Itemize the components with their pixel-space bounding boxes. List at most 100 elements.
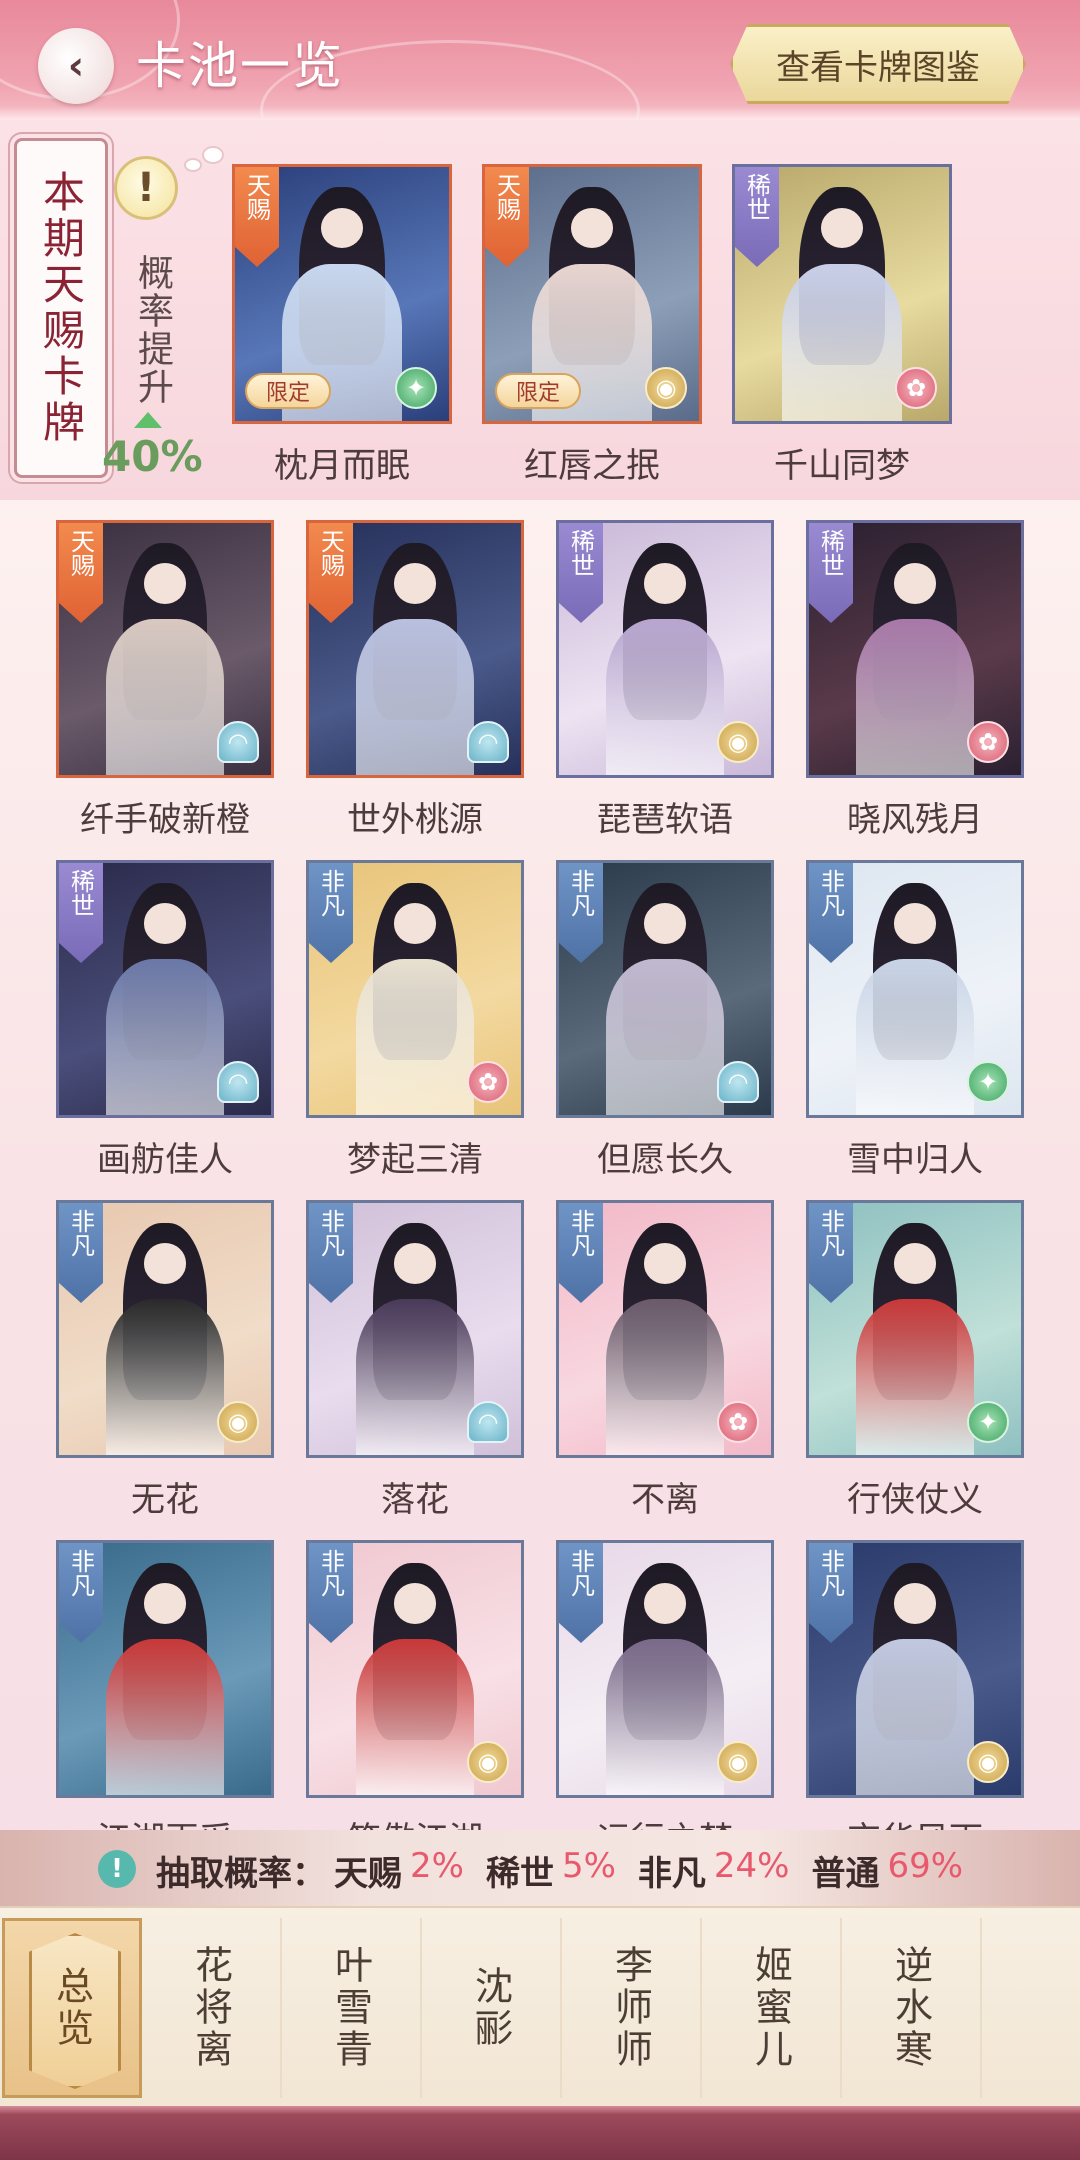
rarity-badge: 稀世 bbox=[809, 523, 853, 623]
card-name: 不离 bbox=[631, 1480, 699, 1520]
tab-6[interactable]: 逆水寒 bbox=[842, 1918, 982, 2098]
bubble-decoration bbox=[184, 158, 202, 172]
header-bar: ‹ 卡池一览 查看卡牌图鉴 bbox=[0, 0, 1080, 120]
rarity-label: 非凡 bbox=[816, 1209, 845, 1257]
card-grid-15[interactable]: 非凡 ◉ 京华风雨 bbox=[806, 1540, 1024, 1830]
rarity-badge: 非凡 bbox=[559, 1543, 603, 1643]
character-body bbox=[605, 958, 725, 1115]
card-name: 远行之梦 bbox=[536, 1812, 794, 1830]
tab-label: 逆水寒 bbox=[888, 1945, 933, 2071]
card-frame: 非凡 ◉ bbox=[56, 1200, 274, 1458]
character-body bbox=[355, 958, 475, 1115]
rarity-badge: 非凡 bbox=[809, 863, 853, 963]
card-grid-2[interactable]: 稀世 ◉ 琵琶软语 bbox=[556, 520, 774, 840]
card-name: 晓风残月 bbox=[847, 800, 983, 840]
card-grid-6[interactable]: 非凡 ◠ 但愿长久 bbox=[556, 860, 774, 1180]
rarity-label: 稀世 bbox=[66, 869, 95, 917]
view-card-catalog-button[interactable]: 查看卡牌图鉴 bbox=[730, 24, 1026, 104]
featured-label: 本期天赐卡牌 bbox=[14, 138, 108, 478]
card-grid-0[interactable]: 天赐 ◠ 纤手破新橙 bbox=[56, 520, 274, 840]
tab-1[interactable]: 花将离 bbox=[142, 1918, 282, 2098]
card-frame: 非凡 ✦ bbox=[806, 1200, 1024, 1458]
card-grid-14[interactable]: 非凡 ◉ 远行之梦 bbox=[556, 1540, 774, 1830]
rarity-badge: 非凡 bbox=[559, 863, 603, 963]
card-grid-7[interactable]: 非凡 ✦ 雪中归人 bbox=[806, 860, 1024, 1180]
card-featured-2[interactable]: 稀世 ✿ 千山同梦 bbox=[732, 164, 952, 486]
character-body bbox=[605, 1298, 725, 1455]
card-frame: 非凡 ◠ bbox=[556, 860, 774, 1118]
back-button[interactable]: ‹ bbox=[38, 28, 114, 104]
card-grid-5[interactable]: 非凡 ✿ 梦起三清 bbox=[306, 860, 524, 1180]
card-name: 红唇之抿 bbox=[524, 446, 660, 486]
rate-up-label: 概率提升 bbox=[132, 254, 173, 406]
card-grid-13[interactable]: 非凡 ◉ 笑傲江湖 bbox=[306, 1540, 524, 1830]
rarity-label: 天赐 bbox=[316, 529, 345, 577]
card-grid-3[interactable]: 稀世 ✿ 晓风残月 bbox=[806, 520, 1024, 840]
card-featured-0[interactable]: 天赐 限定 ✦ 枕月而眠 bbox=[232, 164, 452, 486]
character-body bbox=[605, 618, 725, 775]
card-grid-9[interactable]: 非凡 ◠ 落花 bbox=[306, 1200, 524, 1520]
character-body bbox=[105, 1638, 225, 1795]
character-body bbox=[855, 618, 975, 775]
gold-emblem-icon: ◉ bbox=[967, 1741, 1009, 1783]
tab-label: 叶雪青 bbox=[328, 1945, 373, 2071]
card-grid-1[interactable]: 天赐 ◠ 世外桃源 bbox=[306, 520, 524, 840]
tab-2[interactable]: 叶雪青 bbox=[282, 1918, 422, 2098]
card-grid-8[interactable]: 非凡 ◉ 无花 bbox=[56, 1200, 274, 1520]
character-body bbox=[605, 1638, 725, 1795]
card-frame: 稀世 ◉ bbox=[556, 520, 774, 778]
rarity-badge: 非凡 bbox=[809, 1543, 853, 1643]
card-featured-1[interactable]: 天赐 限定 ◉ 红唇之抿 bbox=[482, 164, 702, 486]
rarity-badge: 非凡 bbox=[559, 1203, 603, 1303]
rarity-label: 非凡 bbox=[316, 1549, 345, 1597]
character-tab-bar: 总览 花将离 叶雪青 沈彨 李师师 姬蜜儿 逆水寒 bbox=[0, 1906, 1080, 2106]
card-frame: 稀世 ✿ bbox=[806, 520, 1024, 778]
card-name: 笑傲江湖 bbox=[286, 1812, 544, 1830]
character-body bbox=[355, 618, 475, 775]
tab-3[interactable]: 沈彨 bbox=[422, 1918, 562, 2098]
card-frame: 非凡 ◉ bbox=[806, 1540, 1024, 1798]
character-face bbox=[893, 1583, 937, 1624]
tab-label: 花将离 bbox=[188, 1945, 233, 2071]
rate-up-value: 40% bbox=[102, 432, 203, 481]
page-title: 卡池一览 bbox=[136, 37, 344, 95]
gold-emblem-icon: ◉ bbox=[717, 721, 759, 763]
card-frame: 稀世 ◠ bbox=[56, 860, 274, 1118]
card-name: 世外桃源 bbox=[347, 800, 483, 840]
rarity-label: 天赐 bbox=[492, 173, 521, 221]
red-emblem-icon: ✿ bbox=[467, 1061, 509, 1103]
card-frame: 天赐 ◠ bbox=[56, 520, 274, 778]
rarity-badge: 非凡 bbox=[309, 863, 353, 963]
card-name: 千山同梦 bbox=[774, 446, 910, 486]
tab-5[interactable]: 姬蜜儿 bbox=[702, 1918, 842, 2098]
limited-badge: 限定 bbox=[495, 373, 581, 409]
exclamation-icon[interactable]: ! bbox=[114, 156, 178, 220]
probability-rarity-label: 稀世 bbox=[485, 1854, 554, 1894]
gold-emblem-icon: ◉ bbox=[217, 1401, 259, 1443]
card-grid: 天赐 ◠ 纤手破新橙 天赐 ◠ 世外桃源 稀世 ◉ 琵琶软语 稀世 ✿ 晓风残月… bbox=[0, 500, 1080, 1830]
card-grid-11[interactable]: 非凡 ✦ 行侠仗义 bbox=[806, 1200, 1024, 1520]
tab-0[interactable]: 总览 bbox=[2, 1918, 142, 2098]
card-frame: 非凡 bbox=[56, 1540, 274, 1798]
card-name: 画舫佳人 bbox=[97, 1140, 233, 1180]
character-body bbox=[105, 958, 225, 1115]
card-name: 枕月而眠 bbox=[274, 446, 410, 486]
rarity-label: 非凡 bbox=[66, 1549, 95, 1597]
rarity-label: 非凡 bbox=[816, 869, 845, 917]
probability-value: 69% bbox=[887, 1846, 964, 1886]
card-grid-12[interactable]: 非凡 江湖再采 bbox=[56, 1540, 274, 1830]
character-body bbox=[855, 958, 975, 1115]
rarity-badge: 非凡 bbox=[309, 1203, 353, 1303]
card-grid-4[interactable]: 稀世 ◠ 画舫佳人 bbox=[56, 860, 274, 1180]
gold-emblem-icon: ◉ bbox=[717, 1741, 759, 1783]
limited-badge: 限定 bbox=[245, 373, 331, 409]
tab-4[interactable]: 李师师 bbox=[562, 1918, 702, 2098]
rarity-label: 非凡 bbox=[66, 1209, 95, 1257]
red-emblem-icon: ✿ bbox=[967, 721, 1009, 763]
card-grid-10[interactable]: 非凡 ✿ 不离 bbox=[556, 1200, 774, 1520]
character-face bbox=[643, 563, 687, 604]
character-face bbox=[893, 563, 937, 604]
green-emblem-icon: ✦ bbox=[967, 1401, 1009, 1443]
character-face bbox=[143, 563, 187, 604]
character-body bbox=[855, 1638, 975, 1795]
